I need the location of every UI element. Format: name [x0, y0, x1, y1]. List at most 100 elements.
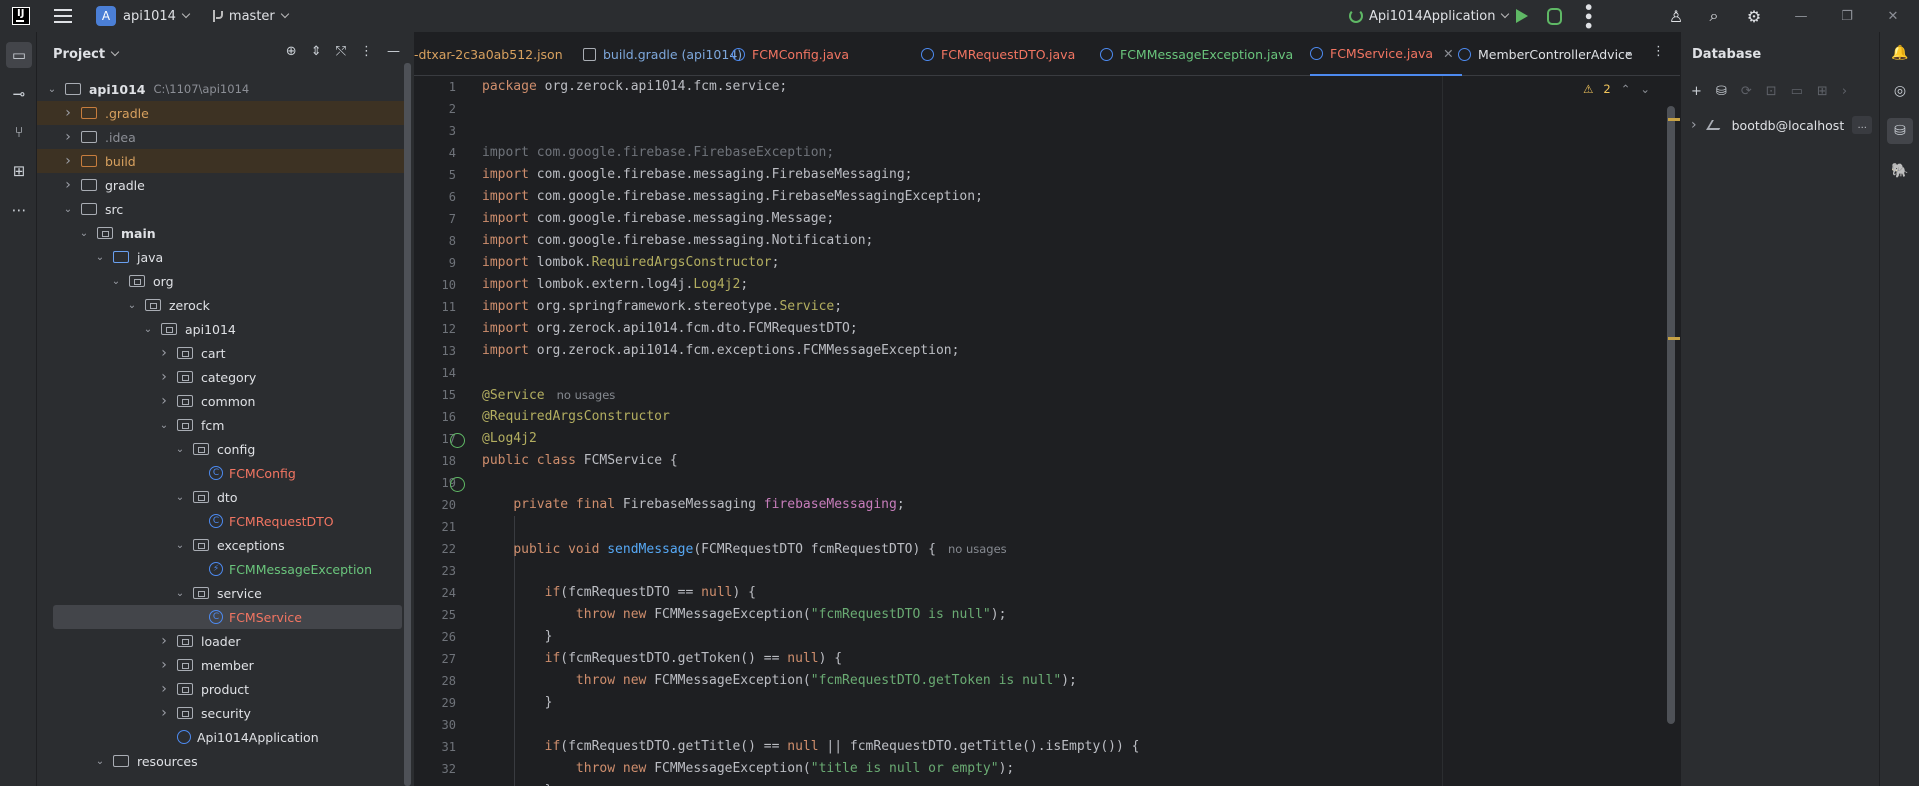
tree-item-security[interactable]: security	[37, 701, 405, 725]
structure-icon[interactable]: ⊞	[6, 158, 32, 184]
search-icon[interactable]: ⌕	[1704, 6, 1724, 26]
tree-item-java[interactable]: java	[37, 245, 405, 269]
line-number[interactable]: 4	[414, 142, 474, 164]
line-number[interactable]: 10	[414, 274, 474, 296]
chevron-down-icon[interactable]	[175, 540, 185, 551]
project-tool-icon[interactable]: ▭	[6, 42, 32, 68]
tree-item-product[interactable]: product	[37, 677, 405, 701]
branch-switcher[interactable]: master	[189, 0, 290, 32]
project-switcher[interactable]: A api1014	[72, 0, 191, 32]
project-scrollbar[interactable]	[404, 63, 411, 786]
line-number[interactable]: 7	[414, 208, 474, 230]
run-icon[interactable]	[1512, 6, 1532, 26]
add-user-icon[interactable]: ♙	[1666, 6, 1686, 26]
more-tools-icon[interactable]: ⋯	[6, 197, 32, 223]
tree-item-loader[interactable]: loader	[37, 629, 405, 653]
database-icon[interactable]: ⛁	[1887, 118, 1913, 144]
chevron-down-icon[interactable]	[159, 420, 169, 431]
project-panel-title[interactable]: Project	[53, 47, 105, 62]
chevron-down-icon[interactable]	[175, 444, 185, 455]
minimize-icon[interactable]: —	[1778, 0, 1824, 32]
commit-icon[interactable]: ⊸	[6, 81, 32, 107]
spring-bean-gutter-icon[interactable]	[450, 433, 465, 448]
data-source-properties-icon[interactable]: ⛁	[1716, 84, 1727, 99]
warning-stripe-mark[interactable]	[1668, 118, 1680, 121]
line-number[interactable]: 33	[414, 780, 474, 786]
line-number[interactable]: 6	[414, 186, 474, 208]
tab-fcmmessageexception[interactable]: FCMMessageException.java	[1100, 32, 1293, 76]
line-number[interactable]: 30	[414, 714, 474, 736]
tree-item-exceptions[interactable]: exceptions	[37, 533, 405, 557]
chevron-down-icon[interactable]	[95, 756, 105, 767]
editor-scrollbar[interactable]	[1667, 106, 1675, 724]
schema-icon[interactable]: ⊡	[1766, 84, 1777, 99]
hide-icon[interactable]: —	[387, 44, 400, 59]
chevron-right-icon[interactable]	[159, 657, 169, 673]
chevron-down-icon[interactable]: ⌄	[1623, 44, 1634, 59]
tree-item-build[interactable]: build	[37, 149, 405, 173]
restore-icon[interactable]: ❐	[1824, 0, 1870, 32]
line-number[interactable]: 22	[414, 538, 474, 560]
chevron-down-icon[interactable]	[110, 47, 120, 57]
tree-item-resources[interactable]: resources	[37, 749, 405, 773]
tab-fcmrequestdto[interactable]: FCMRequestDTO.java	[921, 32, 1075, 76]
chevron-down-icon[interactable]	[63, 204, 73, 215]
options-icon[interactable]: ⋮	[360, 44, 373, 59]
run-config-selector[interactable]: Api1014Application	[1349, 0, 1510, 32]
close-tab-icon[interactable]: ✕	[1443, 46, 1453, 61]
chevron-down-icon[interactable]	[143, 324, 153, 335]
line-number[interactable]: 1	[414, 76, 474, 98]
tree-item-org[interactable]: org	[37, 269, 405, 293]
chevron-right-icon[interactable]: ›	[1691, 117, 1697, 133]
more-icon[interactable]: •••	[1578, 2, 1598, 30]
tree-item-gradle[interactable]: gradle	[37, 173, 405, 197]
chevron-right-icon[interactable]	[159, 369, 169, 385]
autowired-gutter-icon[interactable]	[450, 477, 465, 492]
tree-item-common[interactable]: common	[37, 389, 405, 413]
line-number[interactable]: 19	[414, 472, 474, 494]
tree-item-idea[interactable]: .idea	[37, 125, 405, 149]
tree-item-api1014application[interactable]: Api1014Application	[37, 725, 405, 749]
close-icon[interactable]: ✕	[1870, 0, 1916, 32]
line-number[interactable]: 27	[414, 648, 474, 670]
hamburger-icon[interactable]	[54, 9, 72, 23]
tree-item-fcmrequestdto[interactable]: C FCMRequestDTO	[37, 509, 405, 533]
line-number[interactable]: 29	[414, 692, 474, 714]
line-number[interactable]: 25	[414, 604, 474, 626]
chevron-right-icon[interactable]	[159, 681, 169, 697]
tab-json[interactable]: -dtxar-2c3a0ab512.json	[414, 32, 563, 76]
line-number[interactable]: 21	[414, 516, 474, 538]
line-number[interactable]: 28	[414, 670, 474, 692]
line-number[interactable]: 8	[414, 230, 474, 252]
tree-item-member[interactable]: member	[37, 653, 405, 677]
line-number[interactable]: 3	[414, 120, 474, 142]
chevron-down-icon[interactable]	[175, 588, 185, 599]
tree-item-src[interactable]: src	[37, 197, 405, 221]
tab-build-gradle[interactable]: build.gradle (api1014)	[583, 32, 742, 76]
line-number[interactable]: 31	[414, 736, 474, 758]
line-number[interactable]: 5	[414, 164, 474, 186]
chevron-right-icon[interactable]	[159, 345, 169, 361]
warning-stripe-mark[interactable]	[1668, 337, 1680, 340]
code-view[interactable]: package org.zerock.api1014.fcm.service; …	[482, 76, 1680, 786]
pull-requests-icon[interactable]: ⑂	[6, 119, 32, 145]
notifications-icon[interactable]: 🔔	[1887, 40, 1913, 66]
chevron-down-icon[interactable]	[175, 492, 185, 503]
tab-membercontrolleradvice[interactable]: MemberControllerAdvice	[1458, 32, 1633, 76]
line-number[interactable]: 24	[414, 582, 474, 604]
chevron-down-icon[interactable]	[79, 228, 89, 239]
chevron-right-icon[interactable]	[159, 633, 169, 649]
chevron-right-icon[interactable]	[63, 177, 73, 193]
line-number[interactable]: 2	[414, 98, 474, 120]
tree-item-gradle-cache[interactable]: .gradle	[37, 101, 405, 125]
line-number[interactable]: 14	[414, 362, 474, 384]
ai-assistant-icon[interactable]: ◎	[1887, 78, 1913, 104]
tab-fcmconfig[interactable]: FCMConfig.java	[732, 32, 849, 76]
collapse-all-icon[interactable]: ⤲	[336, 44, 346, 59]
chevron-right-icon[interactable]	[63, 105, 73, 121]
tree-item-root[interactable]: api1014 C:\1107\api1014	[37, 77, 405, 101]
chevron-down-icon[interactable]	[95, 252, 105, 263]
debug-icon[interactable]	[1544, 6, 1564, 26]
tab-fcmservice[interactable]: FCMService.java ✕	[1310, 32, 1462, 76]
chevron-right-icon[interactable]	[63, 129, 73, 145]
